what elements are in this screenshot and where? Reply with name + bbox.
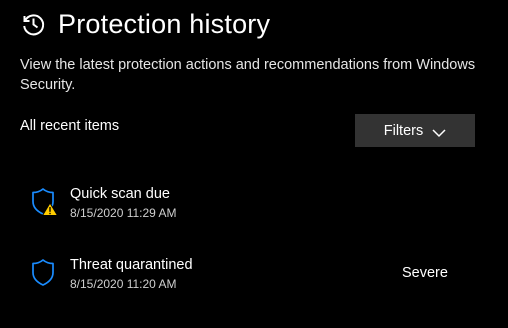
- item-date: 8/15/2020 11:29 AM: [70, 206, 177, 220]
- history-item-quick-scan-due[interactable]: Quick scan due 8/15/2020 11:29 AM: [0, 176, 508, 232]
- item-title: Quick scan due: [70, 186, 170, 202]
- filters-button[interactable]: Filters: [355, 114, 475, 147]
- history-item-threat-quarantined[interactable]: Threat quarantined 8/15/2020 11:20 AM Se…: [0, 246, 508, 302]
- history-icon: [20, 11, 46, 37]
- all-recent-items-label: All recent items: [20, 118, 120, 134]
- severity-label: Severe: [402, 265, 448, 281]
- shield-warning-icon: [31, 187, 59, 217]
- protection-history-page: Protection history View the latest prote…: [0, 0, 508, 328]
- page-title: Protection history: [58, 9, 271, 39]
- item-title: Threat quarantined: [70, 257, 193, 273]
- page-header: Protection history: [20, 6, 270, 42]
- page-description: View the latest protection actions and r…: [20, 57, 476, 93]
- chevron-down-icon: [432, 126, 446, 137]
- item-date: 8/15/2020 11:20 AM: [70, 277, 177, 291]
- shield-icon: [31, 258, 59, 288]
- filters-button-label: Filters: [383, 122, 424, 139]
